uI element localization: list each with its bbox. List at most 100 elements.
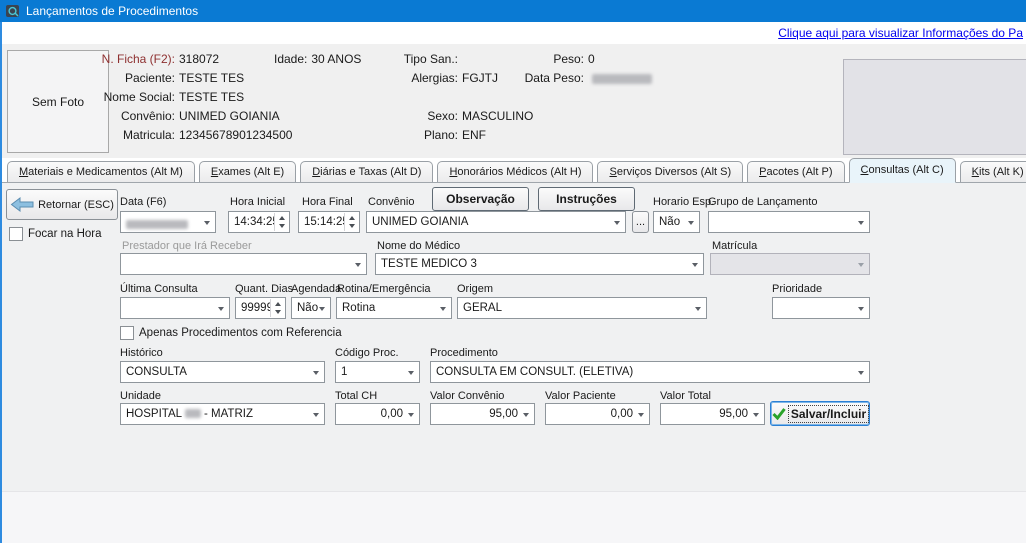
codigo-proc-value: 1 bbox=[341, 366, 347, 378]
matricula-field-label: Matrícula bbox=[712, 240, 757, 252]
valor-paciente-label: Valor Paciente bbox=[545, 390, 616, 402]
spinner-buttons[interactable] bbox=[270, 299, 284, 317]
plano-label: Plano: bbox=[370, 128, 458, 142]
patient-info-link[interactable]: Clique aqui para visualizar Informações … bbox=[778, 26, 1023, 40]
total-ch-label: Total CH bbox=[335, 390, 377, 402]
hora-inicial-value: 14:34:25 bbox=[234, 216, 279, 228]
title-bar: Lançamentos de Procedimentos bbox=[0, 0, 1026, 22]
convenio-label: Convênio: bbox=[87, 109, 175, 123]
valor-paciente-value: 0,00 bbox=[611, 408, 633, 420]
spin-up-icon bbox=[275, 302, 281, 306]
codigo-proc-label: Código Proc. bbox=[335, 347, 399, 359]
tab-exames[interactable]: Exames (Alt E) bbox=[199, 161, 296, 182]
chevron-down-icon bbox=[614, 221, 620, 225]
chevron-down-icon bbox=[638, 413, 644, 417]
hora-final-spinner[interactable]: 15:14:25 bbox=[298, 211, 360, 233]
valor-convenio-label: Valor Convênio bbox=[430, 390, 504, 402]
valor-total-field[interactable]: 95,00 bbox=[660, 403, 765, 425]
total-ch-field[interactable]: 0,00 bbox=[335, 403, 420, 425]
spinner-buttons[interactable] bbox=[344, 213, 358, 231]
tab-consultas[interactable]: Consultas (Alt C) bbox=[849, 158, 956, 183]
focar-na-hora-label: Focar na Hora bbox=[28, 228, 102, 240]
patient-peso-row: Peso:0 bbox=[494, 52, 595, 66]
agendada-combobox[interactable]: Não bbox=[291, 297, 331, 319]
chevron-down-icon bbox=[523, 413, 529, 417]
ultima-consulta-combobox[interactable] bbox=[120, 297, 230, 319]
chevron-down-icon bbox=[692, 263, 698, 267]
prioridade-combobox[interactable] bbox=[772, 297, 870, 319]
hora-final-value: 15:14:25 bbox=[304, 216, 349, 228]
nome-medico-combobox[interactable]: TESTE MEDICO 3 bbox=[375, 253, 704, 275]
chevron-down-icon bbox=[440, 307, 446, 311]
tab-servicos-diversos[interactable]: Serviços Diversos (Alt S) bbox=[597, 161, 743, 182]
patient-name-row: Paciente:TESTE TES bbox=[87, 71, 244, 85]
unidade-combobox[interactable]: HOSPITAL - MATRIZ bbox=[120, 403, 325, 425]
tab-materiais-medicamentos[interactable]: Materiais e Medicamentos (Alt M) bbox=[7, 161, 195, 182]
check-icon bbox=[772, 407, 786, 420]
nome-social-value: TESTE TES bbox=[179, 90, 244, 104]
spinner-buttons[interactable] bbox=[274, 213, 288, 231]
observacao-button[interactable]: Observação bbox=[432, 187, 529, 211]
horario-esp-label: Horario Esp. bbox=[653, 196, 714, 208]
valor-paciente-field[interactable]: 0,00 bbox=[545, 403, 650, 425]
tab-honorarios-medicos[interactable]: Honorários Médicos (Alt H) bbox=[437, 161, 593, 182]
tipo-san-label: Tipo San.: bbox=[370, 52, 458, 66]
horario-esp-combobox[interactable]: Não bbox=[653, 211, 700, 233]
chevron-down-icon bbox=[313, 371, 319, 375]
apenas-referencia-checkbox[interactable]: Apenas Procedimentos com Referencia bbox=[120, 326, 342, 340]
tab-diarias-taxas[interactable]: Diárias e Taxas (Alt D) bbox=[300, 161, 433, 182]
agendada-label: Agendada bbox=[291, 283, 341, 295]
idade-label: Idade: bbox=[274, 52, 307, 66]
convenio-combobox[interactable]: UNIMED GOIANIA bbox=[366, 211, 626, 233]
rotina-emergencia-label: Rotina/Emergência bbox=[337, 283, 431, 295]
historico-label: Histórico bbox=[120, 347, 163, 359]
hora-inicial-label: Hora Inicial bbox=[230, 196, 285, 208]
tab-pacotes[interactable]: Pacotes (Alt P) bbox=[747, 161, 844, 182]
bottom-empty-area bbox=[2, 491, 1026, 543]
spin-up-icon bbox=[279, 216, 285, 220]
nome-medico-label: Nome do Médico bbox=[377, 240, 460, 252]
patient-datapeso-row: Data Peso: bbox=[494, 71, 652, 85]
retornar-button[interactable]: Retornar (ESC) bbox=[6, 189, 118, 220]
redacted-unit-value bbox=[185, 409, 201, 418]
ellipsis-button[interactable]: ... bbox=[632, 211, 649, 233]
checkbox-icon bbox=[9, 227, 23, 241]
ficha-value: 318072 bbox=[179, 52, 219, 66]
convenio-value: UNIMED GOIANIA bbox=[179, 109, 280, 123]
valor-convenio-value: 95,00 bbox=[489, 408, 518, 420]
salvar-incluir-button[interactable]: Salvar/Incluir bbox=[770, 401, 870, 426]
chevron-down-icon bbox=[355, 263, 361, 267]
paciente-label: Paciente: bbox=[87, 71, 175, 85]
data-combobox[interactable] bbox=[120, 211, 216, 233]
procedimento-combobox[interactable]: CONSULTA EM CONSULT. (ELETIVA) bbox=[430, 361, 870, 383]
prestador-combobox[interactable] bbox=[120, 253, 367, 275]
quant-dias-label: Quant. Dias bbox=[235, 283, 293, 295]
codigo-proc-combobox[interactable]: 1 bbox=[335, 361, 420, 383]
rotina-emergencia-combobox[interactable]: Rotina bbox=[336, 297, 452, 319]
hora-inicial-spinner[interactable]: 14:34:25 bbox=[228, 211, 290, 233]
grupo-lancamento-combobox[interactable] bbox=[708, 211, 870, 233]
prioridade-label: Prioridade bbox=[772, 283, 822, 295]
patient-alergias-row: Alergias:FGJTJ bbox=[370, 71, 498, 85]
historico-combobox[interactable]: CONSULTA bbox=[120, 361, 325, 383]
origem-combobox[interactable]: GERAL bbox=[457, 297, 707, 319]
observacao-label: Observação bbox=[446, 192, 515, 206]
focar-na-hora-checkbox[interactable]: Focar na Hora bbox=[9, 227, 102, 241]
chevron-down-icon bbox=[858, 221, 864, 225]
valor-convenio-field[interactable]: 95,00 bbox=[430, 403, 535, 425]
tab-kits[interactable]: Kits (Alt K) bbox=[960, 161, 1026, 182]
matricula-combobox bbox=[710, 253, 870, 275]
historico-value: CONSULTA bbox=[126, 366, 187, 378]
chevron-down-icon bbox=[858, 307, 864, 311]
spin-down-icon bbox=[279, 224, 285, 228]
instrucoes-button[interactable]: Instruções bbox=[538, 187, 635, 211]
checkbox-icon bbox=[120, 326, 134, 340]
peso-label: Peso: bbox=[494, 52, 584, 66]
convenio-field-label: Convênio bbox=[368, 196, 414, 208]
patient-convenio-row: Convênio: UNIMED GOIANIA bbox=[87, 109, 280, 123]
rotina-emergencia-value: Rotina bbox=[342, 302, 375, 314]
nome-medico-value: TESTE MEDICO 3 bbox=[381, 258, 477, 270]
agendada-value: Não bbox=[297, 302, 318, 314]
consultas-tab-panel: Retornar (ESC) Focar na Hora Data (F6) H… bbox=[2, 183, 1026, 543]
quant-dias-spinner[interactable]: 999999 bbox=[235, 297, 286, 319]
